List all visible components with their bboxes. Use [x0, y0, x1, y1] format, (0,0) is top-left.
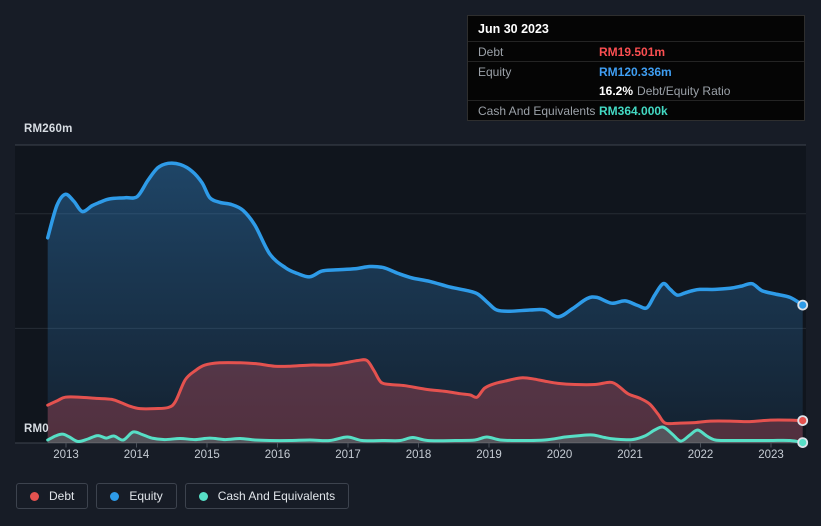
x-axis-label-2019: 2019 — [476, 449, 502, 461]
tooltip-label-debt: Debt — [478, 44, 504, 59]
x-axis-label-2021: 2021 — [617, 449, 643, 461]
x-axis-label-2016: 2016 — [264, 449, 291, 461]
tooltip-value-debt: RM19.501m — [599, 44, 666, 59]
y-axis-zero-label: RM0 — [24, 423, 49, 435]
chart-legend: Debt Equity Cash And Equivalents — [16, 483, 350, 509]
tooltip-row-debt: Debt RM19.501m — [468, 41, 804, 61]
legend-label-debt: Debt — [49, 489, 75, 503]
cash-endpoint-marker — [797, 437, 809, 449]
x-axis-label-2014: 2014 — [123, 449, 150, 461]
tooltip-row-equity: Equity RM120.336m — [468, 61, 804, 81]
tooltip-ratio-percent: 16.2% — [599, 83, 634, 98]
debt-endpoint-marker — [797, 415, 809, 427]
x-axis-label-2018: 2018 — [405, 449, 432, 461]
tooltip-label-cash-and-equivalents: Cash And Equivalents — [478, 103, 596, 118]
legend-label-equity: Equity — [129, 489, 163, 503]
y-axis-top-label: RM260m — [24, 123, 73, 135]
equity-endpoint-marker — [797, 299, 809, 311]
x-axis-label-2017: 2017 — [335, 449, 361, 461]
x-axis-label-2020: 2020 — [546, 449, 573, 461]
tooltip-value-equity: RM120.336m — [599, 64, 672, 79]
tooltip-date: Jun 30 2023 — [478, 22, 549, 36]
tooltip-row-cash-and-equivalents: Cash And Equivalents RM364.000k — [468, 100, 804, 120]
equity-legend-dot — [110, 491, 120, 501]
x-axis-label-2015: 2015 — [194, 449, 220, 461]
debt-equity-history-panel: RM260m RM0 2013 2014 2015 2016 2017 2018 2019 2… — [0, 0, 821, 526]
x-axis-label-2023: 2023 — [758, 449, 784, 461]
axis-ticks — [65, 443, 772, 448]
tooltip-label-equity: Equity — [478, 64, 512, 79]
tooltip-row-debt-equity-ratio: 16.2% Debt/Equity Ratio — [468, 81, 804, 100]
chart-tooltip: Jun 30 2023 Debt RM19.501m Equity RM120.336… — [467, 15, 805, 121]
x-axis-label-2022: 2022 — [687, 449, 714, 461]
tooltip-ratio-label: Debt/Equity Ratio — [637, 83, 731, 98]
legend-label-cash-and-equivalents: Cash And Equivalents — [217, 489, 336, 503]
cash-and-equivalents-legend-dot — [198, 491, 208, 501]
legend-item-equity[interactable]: Equity — [96, 483, 177, 509]
debt-legend-dot — [30, 491, 39, 501]
legend-item-cash-and-equivalents[interactable]: Cash And Equivalents — [184, 483, 350, 509]
legend-item-debt[interactable]: Debt — [16, 483, 89, 509]
tooltip-value-cash-and-equivalents: RM364.000k — [599, 103, 668, 118]
x-axis-label-2013: 2013 — [53, 449, 79, 461]
